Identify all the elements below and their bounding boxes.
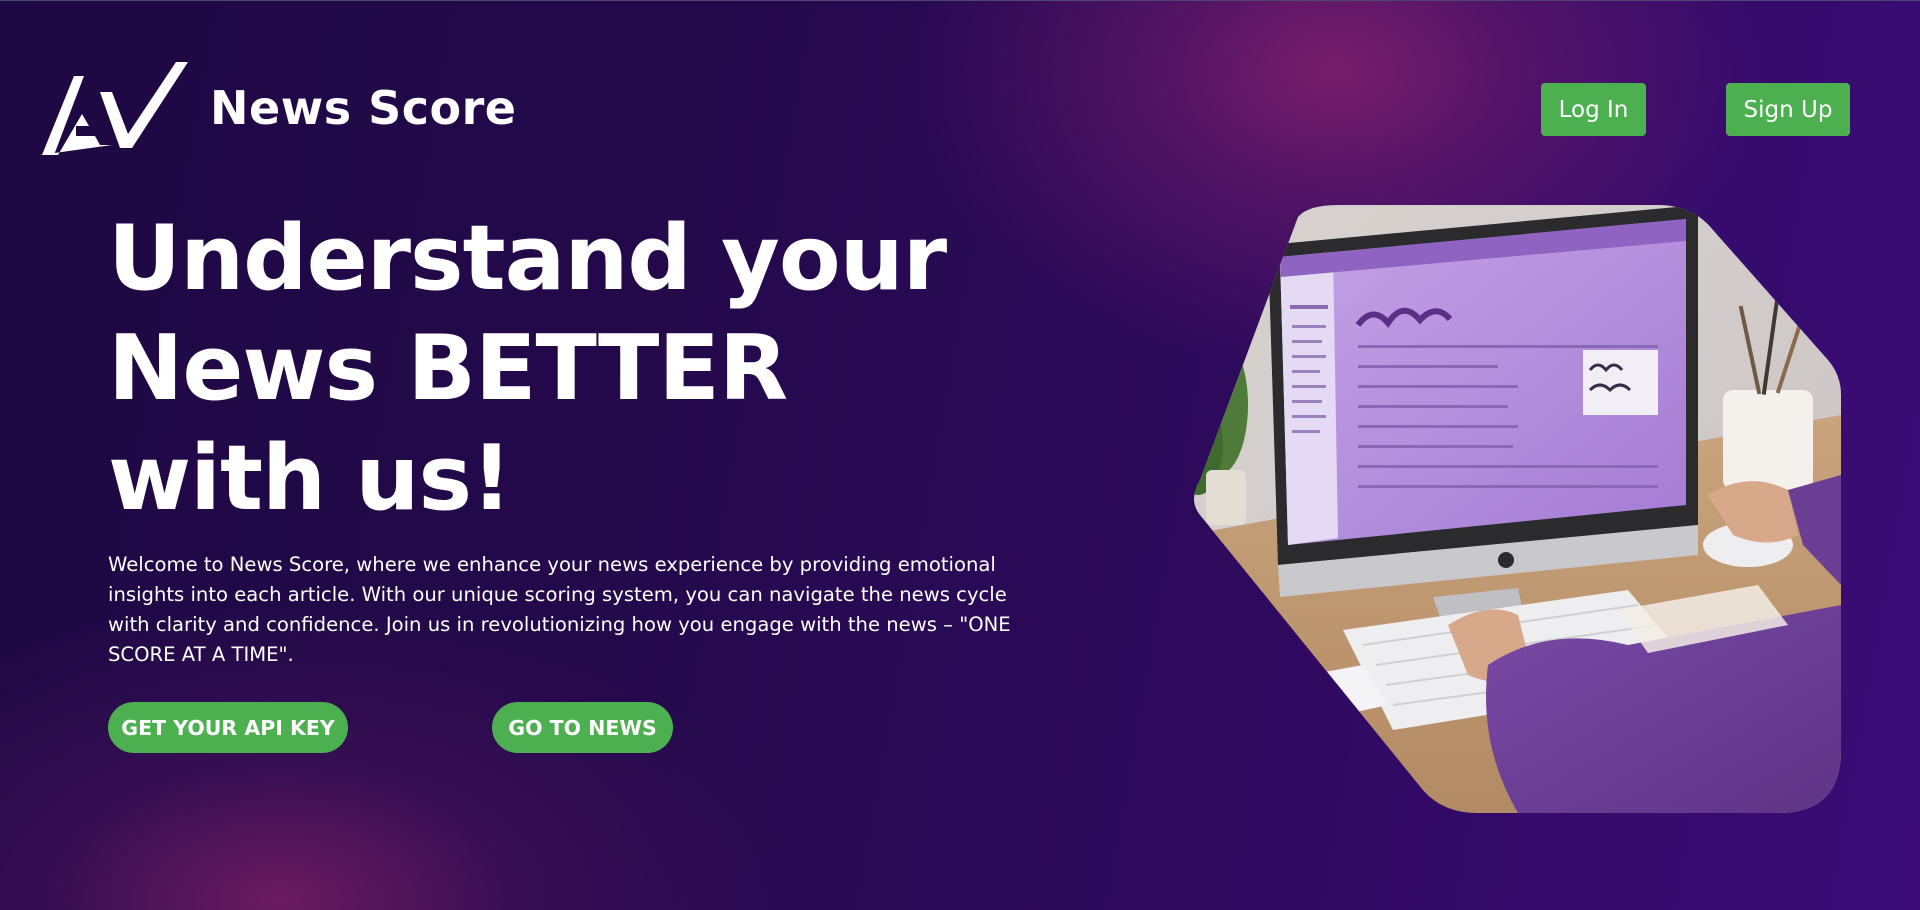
top-border bbox=[0, 0, 1920, 1]
go-to-news-button[interactable]: GO TO NEWS bbox=[492, 702, 673, 753]
brand-name[interactable]: News Score bbox=[210, 78, 516, 138]
get-api-key-button[interactable]: GET YOUR API KEY bbox=[108, 702, 348, 753]
person-typing-at-computer-illustration bbox=[1194, 205, 1841, 813]
headline-line-3: with us! bbox=[108, 426, 512, 531]
headline-line-2: News BETTER bbox=[108, 316, 788, 421]
signup-button[interactable]: Sign Up bbox=[1726, 83, 1850, 136]
login-button[interactable]: Log In bbox=[1541, 83, 1646, 136]
headline-line-1: Understand your bbox=[108, 206, 947, 311]
av-logo-icon[interactable] bbox=[40, 60, 190, 158]
hero-headline: Understand your News BETTER with us! bbox=[108, 204, 1008, 534]
hero-description: Welcome to News Score, where we enhance … bbox=[108, 553, 1011, 666]
